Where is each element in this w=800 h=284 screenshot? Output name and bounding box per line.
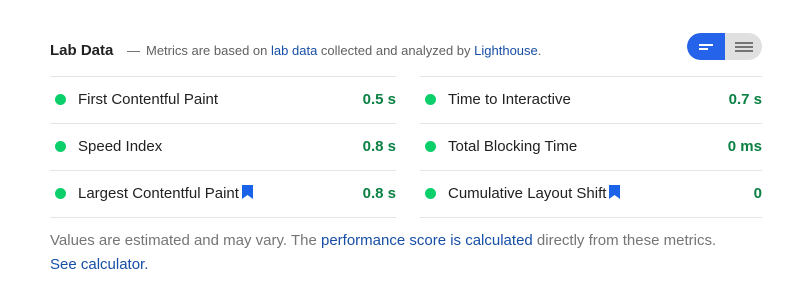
metric-name: Time to Interactive bbox=[448, 91, 571, 108]
section-title: Lab Data bbox=[50, 42, 114, 59]
view-toggle bbox=[687, 33, 762, 60]
bookmark-icon[interactable] bbox=[241, 185, 253, 199]
desc-prefix: Metrics are based on bbox=[146, 43, 268, 58]
metric-row-total-blocking-time: Total Blocking Time 0 ms bbox=[420, 123, 762, 170]
pass-status-icon bbox=[55, 141, 66, 152]
metric-value: 0 bbox=[753, 185, 762, 202]
bookmark-icon[interactable] bbox=[609, 185, 621, 199]
see-calculator-link[interactable]: See calculator. bbox=[50, 256, 148, 273]
metric-row-speed-index: Speed Index 0.8 s bbox=[50, 123, 396, 170]
pass-status-icon bbox=[425, 188, 436, 199]
footer-text-1: Values are estimated and may vary. The bbox=[50, 232, 317, 249]
metrics-column-left: First Contentful Paint 0.5 s Speed Index… bbox=[50, 76, 396, 218]
metrics-column-right: Time to Interactive 0.7 s Total Blocking… bbox=[420, 76, 762, 218]
pass-status-icon bbox=[55, 94, 66, 105]
metric-row-first-contentful-paint: First Contentful Paint 0.5 s bbox=[50, 76, 396, 123]
metric-name-wrapper: Cumulative Layout Shift bbox=[448, 183, 621, 205]
metric-value: 0.8 s bbox=[362, 138, 396, 155]
metric-name: Speed Index bbox=[78, 138, 163, 155]
footer-text-2: directly from these metrics. bbox=[536, 232, 717, 249]
metric-value: 0 ms bbox=[727, 138, 762, 155]
desc-suffix: . bbox=[537, 43, 542, 58]
metric-value: 0.8 s bbox=[362, 185, 396, 202]
list-view-button[interactable] bbox=[725, 33, 762, 60]
metric-name: First Contentful Paint bbox=[78, 91, 219, 108]
section-description: — Metrics are based on lab data collected… bbox=[127, 40, 541, 62]
metric-row-largest-contentful-paint: Largest Contentful Paint 0.8 s bbox=[50, 170, 396, 218]
metric-name: Total Blocking Time bbox=[448, 138, 578, 155]
pass-status-icon bbox=[425, 94, 436, 105]
desc-middle: collected and analyzed by bbox=[320, 43, 471, 58]
lab-data-link[interactable]: lab data bbox=[271, 43, 317, 58]
list-view-icon bbox=[735, 42, 753, 52]
lighthouse-link[interactable]: Lighthouse bbox=[474, 43, 538, 58]
metric-value: 0.5 s bbox=[362, 91, 396, 108]
metric-value: 0.7 s bbox=[728, 91, 762, 108]
metric-row-cumulative-layout-shift: Cumulative Layout Shift 0 bbox=[420, 170, 762, 218]
bar-view-button[interactable] bbox=[687, 33, 725, 60]
performance-score-link[interactable]: performance score is calculated bbox=[321, 232, 533, 249]
pass-status-icon bbox=[55, 188, 66, 199]
bar-view-icon bbox=[699, 44, 713, 50]
lab-data-header: Lab Data — Metrics are based on lab data … bbox=[50, 40, 762, 62]
metric-name: Largest Contentful Paint bbox=[78, 185, 239, 202]
metric-name: Cumulative Layout Shift bbox=[448, 185, 607, 202]
metric-name-wrapper: Largest Contentful Paint bbox=[78, 183, 253, 205]
dash-separator: — bbox=[127, 43, 140, 58]
footer-note: Values are estimated and may vary. The p… bbox=[50, 229, 730, 277]
pass-status-icon bbox=[425, 141, 436, 152]
metric-row-time-to-interactive: Time to Interactive 0.7 s bbox=[420, 76, 762, 123]
